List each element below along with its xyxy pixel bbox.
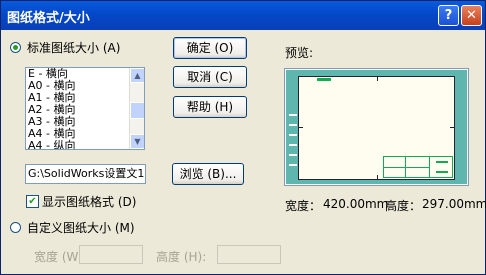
dialog-window: 图纸格式/大小 ? ✕ 标准图纸大小 (A) E - 横向 A0 - 横向 A1 -… [0,0,486,275]
preview-label: 预览: [285,46,314,60]
dialog-title: 图纸格式/大小 [7,11,90,26]
sheet-outline [298,76,455,180]
custom-size-radio[interactable] [10,222,21,233]
show-format-checkbox[interactable]: ✔ [26,195,39,208]
preview-height-value: 297.00mm [422,197,486,211]
help-icon[interactable]: ? [438,5,459,26]
format-path-field[interactable]: G:\SolidWorks设置文1 [25,164,146,184]
scroll-up-icon[interactable]: ▲ [130,68,144,83]
scroll-thumb[interactable] [130,102,144,119]
standard-size-radio[interactable] [10,42,21,53]
list-item[interactable]: A4 - 纵向 [26,140,144,150]
preview-width-value: 420.00mm [323,197,389,211]
title-bar[interactable]: 图纸格式/大小 ? ✕ [1,1,485,30]
ok-button[interactable]: 确定 (O) [173,37,247,59]
scroll-down-icon[interactable]: ▼ [130,134,144,149]
preview-height-label: 高度： [385,199,422,213]
list-scrollbar[interactable]: ▲ ▼ [129,68,144,149]
close-icon[interactable]: ✕ [461,5,482,26]
browse-button[interactable]: 浏览 (B)... [172,163,244,185]
title-block [383,156,453,178]
custom-height-field[interactable] [217,245,281,264]
left-format-zone [286,110,298,180]
standard-size-label[interactable]: 标准图纸大小 (A) [27,39,120,56]
custom-height-label: 高度 (H): [156,250,207,264]
custom-size-label[interactable]: 自定义图纸大小 (M) [27,219,135,236]
cancel-button[interactable]: 取消 (C) [173,66,247,88]
sheet-preview [284,68,469,186]
revision-block [317,78,331,81]
show-format-label[interactable]: 显示图纸格式 (D) [42,193,136,210]
preview-width-label: 宽度： [285,199,322,213]
help-button[interactable]: 帮助 (H) [173,96,247,118]
paper-size-list[interactable]: E - 横向 A0 - 横向 A1 - 横向 A2 - 横向 A3 - 横向 A4 - 横… [25,67,145,150]
custom-width-field[interactable] [79,245,143,264]
